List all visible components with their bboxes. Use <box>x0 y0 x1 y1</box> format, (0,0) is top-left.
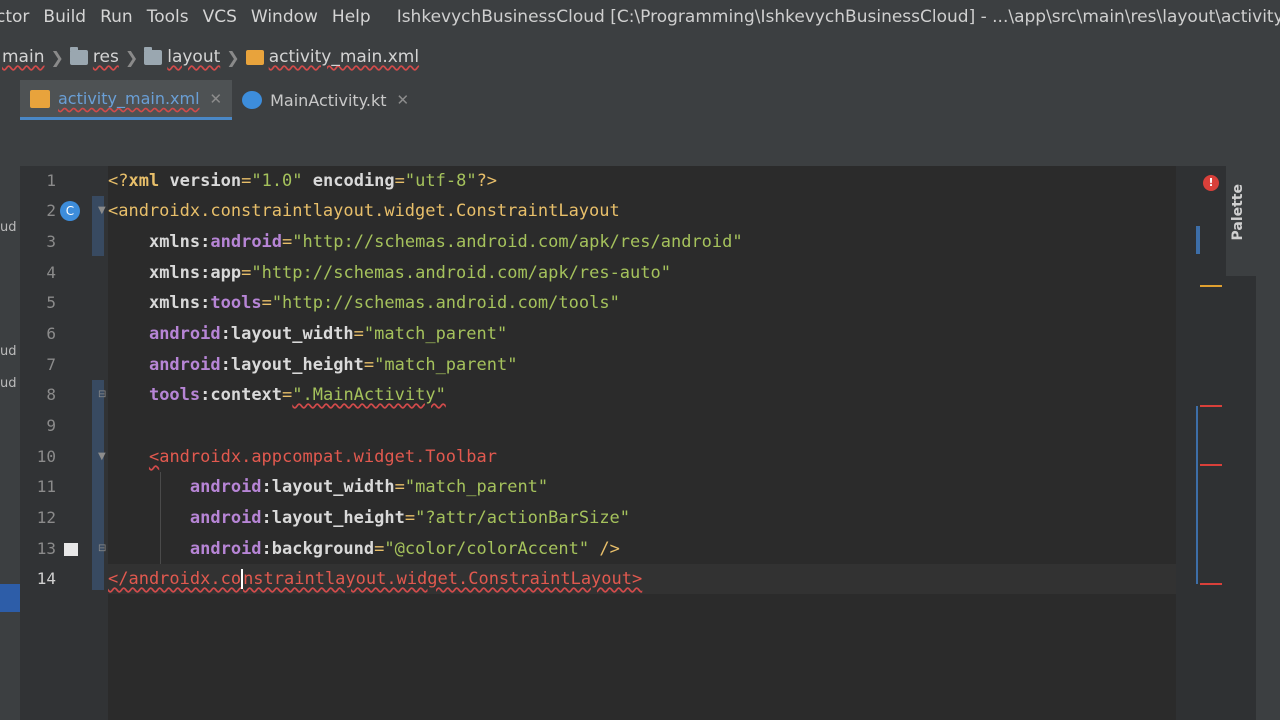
right-tool-strip <box>1256 80 1280 720</box>
code-line-7: android:layout_height="match_parent" <box>148 355 518 375</box>
breadcrumb: main ❯ res ❯ layout ❯ activity_main.xml <box>0 34 1280 81</box>
error-marker[interactable] <box>1200 405 1222 407</box>
line-number: 11 <box>36 477 56 496</box>
code-line-6: android:layout_width="match_parent" <box>148 324 508 344</box>
tab-activity-main-xml[interactable]: activity_main.xml ✕ <box>20 80 233 120</box>
warning-marker[interactable] <box>1200 285 1222 287</box>
fold-end-icon[interactable]: ⊟ <box>98 544 108 554</box>
selected-tree-item[interactable] <box>0 584 20 612</box>
menu-item-window[interactable]: Window <box>251 7 318 27</box>
code-line-4: xmlns:app="http://schemas.android.com/ap… <box>148 263 671 283</box>
window-title: IshkevychBusinessCloud [C:\Programming\I… <box>396 7 1280 27</box>
breadcrumb-item-activity-main[interactable]: activity_main.xml <box>245 47 420 67</box>
code-line-10: <androidx.appcompat.widget.Toolbar <box>148 447 497 467</box>
breadcrumb-label: layout <box>167 47 221 67</box>
line-number: 5 <box>46 293 56 312</box>
error-icon[interactable]: ! <box>1203 175 1219 191</box>
line-number: 14 <box>36 569 56 588</box>
line-number: 13 <box>36 539 56 558</box>
chevron-right-icon: ❯ <box>50 47 64 67</box>
kotlin-file-icon <box>242 91 263 109</box>
breadcrumb-label: res <box>92 47 119 67</box>
line-number: 9 <box>46 416 56 435</box>
line-number: 7 <box>46 355 56 374</box>
line-number: 6 <box>46 324 56 343</box>
breadcrumb-item-layout[interactable]: layout ❯ <box>144 46 245 67</box>
menu-item-vcs[interactable]: VCS <box>203 7 237 27</box>
line-number: 12 <box>36 508 56 527</box>
scroll-track[interactable] <box>1196 406 1198 584</box>
tab-mainactivity-kt[interactable]: MainActivity.kt ✕ <box>232 80 419 120</box>
line-number: 8 <box>46 385 56 404</box>
close-icon[interactable]: ✕ <box>210 90 223 108</box>
breadcrumb-label: main <box>2 47 45 67</box>
chevron-right-icon: ❯ <box>124 47 139 67</box>
code-line-8: tools:context=".MainActivity" <box>148 385 446 405</box>
code-line-2: <androidx.constraintlayout.widget.Constr… <box>108 201 620 221</box>
line-number: 3 <box>46 232 56 251</box>
palette-tab[interactable]: Palette <box>1226 166 1256 276</box>
breadcrumb-item-main[interactable]: main ❯ <box>2 47 70 67</box>
code-line-14: </androidx.co nstraintlayout.widget.Const… <box>108 564 1176 594</box>
code-line-1: <?xml version="1.0" encoding="utf-8"?> <box>108 171 498 191</box>
folder-icon <box>144 46 163 65</box>
code-line-5: xmlns:tools="http://schemas.android.com/… <box>148 293 620 313</box>
menu-item-tools[interactable]: Tools <box>147 7 189 27</box>
line-number: 10 <box>36 447 56 466</box>
xml-file-icon <box>245 49 264 65</box>
left-tool-strip: ud ud ud <box>0 166 20 720</box>
folder-icon <box>69 46 88 65</box>
fold-end-icon[interactable]: ⊟ <box>98 390 108 400</box>
editor-tab-bar: activity_main.xml ✕ MainActivity.kt ✕ <box>0 80 1280 120</box>
change-marker <box>92 380 104 590</box>
chevron-right-icon: ❯ <box>226 47 240 67</box>
menu-item-help[interactable]: Help <box>332 7 371 27</box>
xml-file-icon <box>30 89 50 108</box>
menu-bar: ctor Build Run Tools VCS Window Help Ish… <box>0 0 1280 34</box>
menu-item-run[interactable]: Run <box>100 7 133 27</box>
project-tree-label[interactable]: ud <box>0 376 17 391</box>
fold-arrow-icon[interactable]: ▼ <box>98 452 108 462</box>
tab-label: MainActivity.kt <box>270 90 387 110</box>
line-number: 1 <box>46 171 56 190</box>
menu-item-build[interactable]: Build <box>43 7 86 27</box>
breadcrumb-item-res[interactable]: res ❯ <box>69 46 144 67</box>
code-line-3: xmlns:android="http://schemas.android.co… <box>148 232 743 252</box>
scroll-marker[interactable] <box>1196 226 1200 254</box>
line-number: 4 <box>46 263 56 282</box>
code-line-13: android:background="@color/colorAccent" … <box>189 539 620 559</box>
code-line-12: android:layout_height="?attr/actionBarSi… <box>189 508 631 528</box>
project-tree-label[interactable]: ud <box>0 220 17 235</box>
code-line-11: android:layout_width="match_parent" <box>189 477 549 497</box>
palette-label: Palette <box>1230 184 1246 241</box>
code-area[interactable]: <?xml version="1.0" encoding="utf-8"?> <… <box>108 166 1176 720</box>
breadcrumb-label: activity_main.xml <box>268 47 420 67</box>
line-number-gutter: 1 2 3 4 5 6 7 8 9 10 11 12 13 14 C ▼ ⊟ ▼… <box>20 166 108 720</box>
error-marker[interactable] <box>1200 464 1222 466</box>
tab-bar-spacer <box>0 80 20 120</box>
bookmark-icon[interactable] <box>64 543 78 556</box>
project-tree-label[interactable]: ud <box>0 344 17 359</box>
class-gutter-icon[interactable]: C <box>60 201 80 221</box>
code-editor[interactable]: 1 2 3 4 5 6 7 8 9 10 11 12 13 14 C ▼ ⊟ ▼… <box>20 166 1176 720</box>
fold-arrow-icon[interactable]: ▼ <box>98 206 108 216</box>
editor-toolbar-area <box>0 120 1280 166</box>
menu-item-ctor[interactable]: ctor <box>0 7 29 27</box>
tab-label: activity_main.xml <box>58 89 200 108</box>
line-number: 2 <box>46 201 56 220</box>
close-icon[interactable]: ✕ <box>397 91 410 109</box>
error-marker[interactable] <box>1200 583 1222 585</box>
